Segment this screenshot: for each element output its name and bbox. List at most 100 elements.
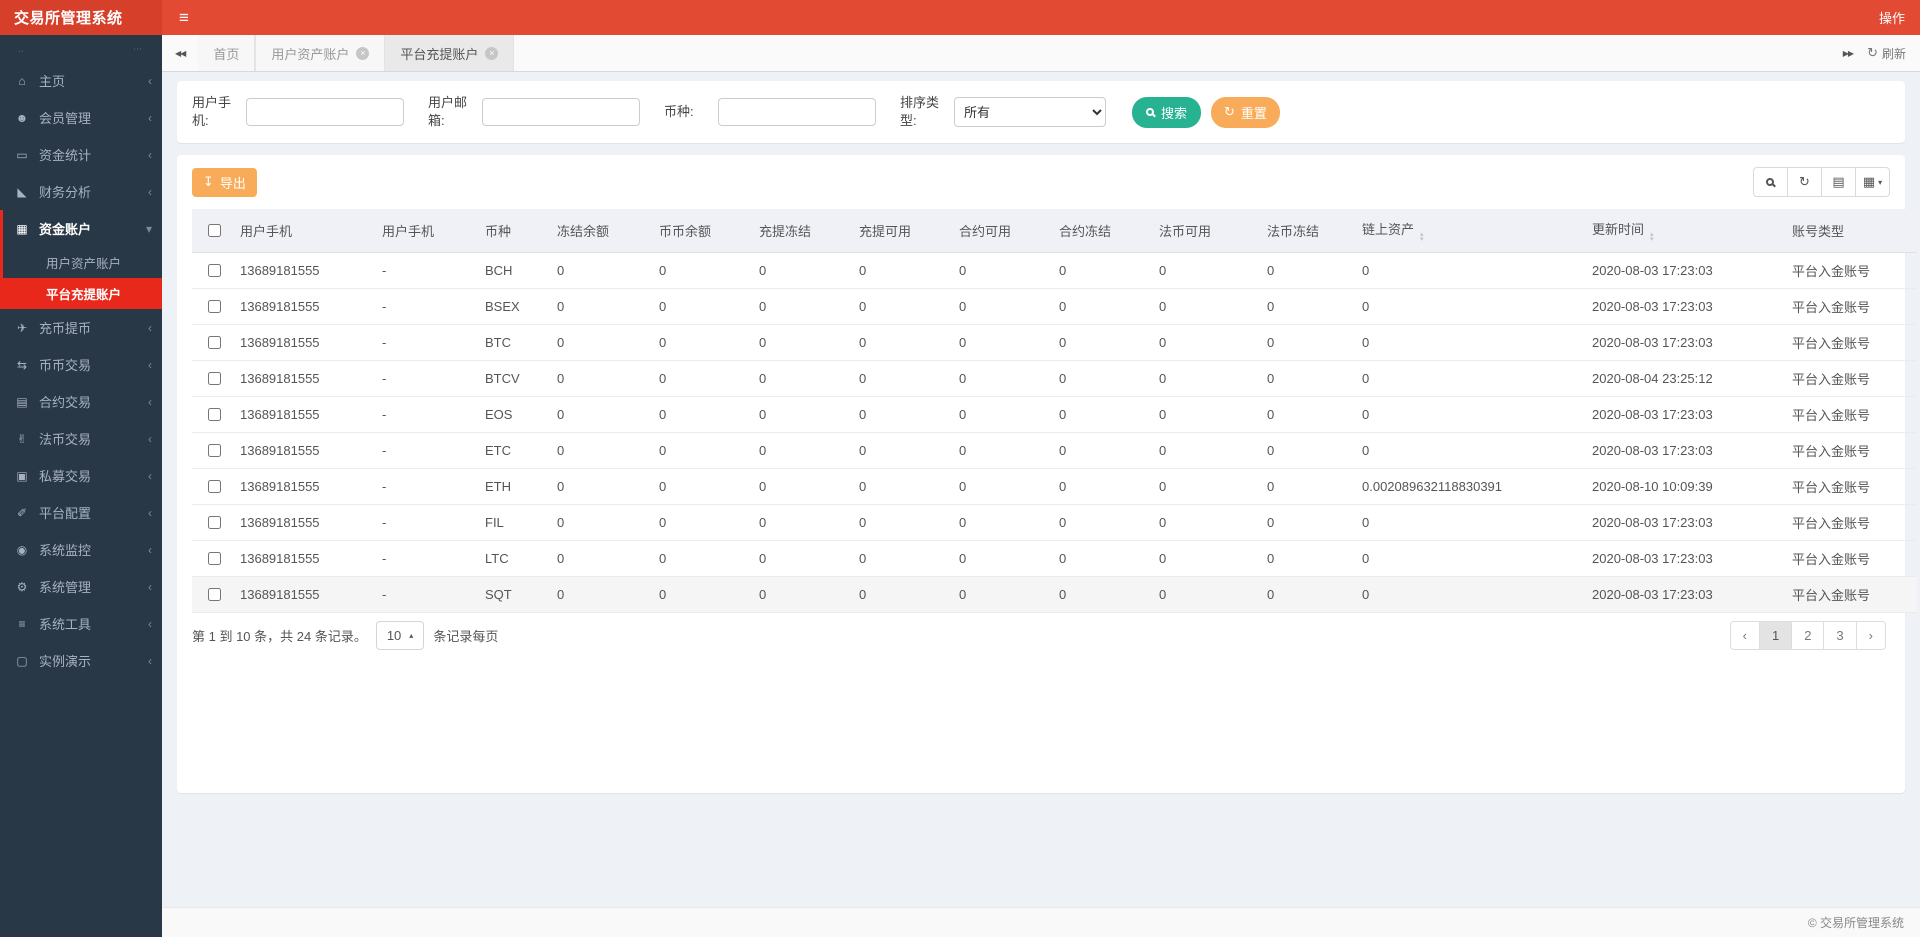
tab-user-asset-accounts[interactable]: 用户资产账户× — [255, 35, 385, 71]
column-header-label: 充提可用 — [859, 224, 911, 239]
row-checkbox[interactable] — [208, 516, 221, 529]
pager-page-2[interactable]: 2 — [1791, 621, 1824, 650]
row-checkbox[interactable] — [208, 588, 221, 601]
chevron-left-icon: ‹ — [148, 321, 152, 335]
tab-bar: ◀◀ 首页用户资产账户×平台充提账户× ▶▶ ↻ 刷新 — [162, 35, 1920, 72]
cell: 0 — [751, 289, 851, 325]
user-email-input[interactable] — [482, 98, 640, 126]
sidebar-item-member-mgmt[interactable]: ☻会员管理‹ — [3, 99, 162, 136]
cell: 13689181555 — [232, 541, 374, 577]
page-content: 用户手机:用户邮箱:币种:排序类型:所有 搜索 ↻ 重置 ↧ 导出 — [162, 72, 1920, 907]
columns-button[interactable]: ▦▾ — [1855, 167, 1890, 197]
row-checkbox[interactable] — [208, 372, 221, 385]
cell: 0 — [1354, 397, 1584, 433]
cell: 0 — [1051, 577, 1151, 613]
pager-page-3[interactable]: 3 — [1823, 621, 1856, 650]
column-header-label: 充提冻结 — [759, 224, 811, 239]
sidebar-item-fund-accounts[interactable]: ▦资金账户▾ — [3, 210, 162, 247]
column-header: 合约可用 — [951, 209, 1051, 253]
row-checkbox[interactable] — [208, 480, 221, 493]
sidebar-subitem-platform-deposit-accounts[interactable]: 平台充提账户 — [3, 278, 162, 309]
cell: 0 — [1051, 469, 1151, 505]
cell: 0 — [1151, 577, 1259, 613]
column-header: 币种 — [477, 209, 549, 253]
close-tab-icon[interactable]: × — [485, 47, 498, 60]
area-chart-icon: ◣ — [14, 185, 30, 199]
row-checkbox[interactable] — [208, 300, 221, 313]
column-header: 冻结余额 — [549, 209, 651, 253]
cell: 0 — [951, 289, 1051, 325]
cell: 0 — [951, 361, 1051, 397]
column-header: 合约冻结 — [1051, 209, 1151, 253]
column-header-label: 法币可用 — [1159, 224, 1211, 239]
sidebar-item-fiat-trade[interactable]: ✌法币交易‹ — [3, 420, 162, 457]
sidebar-item-coin-trade[interactable]: ⇆币币交易‹ — [3, 346, 162, 383]
tabs-scroll-left-icon[interactable]: ◀◀ — [162, 35, 198, 71]
cell: 0 — [851, 577, 951, 613]
cell: 0 — [549, 253, 651, 289]
cell: 0 — [1151, 253, 1259, 289]
sidebar-item-private-trade[interactable]: ▣私募交易‹ — [3, 457, 162, 494]
column-header[interactable]: 链上资产▴▾ — [1354, 209, 1584, 253]
table-refresh-button[interactable]: ↻ — [1787, 167, 1822, 197]
search-button[interactable]: 搜索 — [1132, 97, 1201, 128]
sidebar-item-system-monitor[interactable]: ◉系统监控‹ — [3, 531, 162, 568]
hamburger-icon[interactable]: ≡ — [162, 8, 206, 28]
user-phone-input[interactable] — [246, 98, 404, 126]
cell: 0 — [549, 433, 651, 469]
pager-next[interactable]: › — [1856, 621, 1886, 650]
cell: 2020-08-03 17:23:03 — [1584, 253, 1784, 289]
row-checkbox[interactable] — [208, 444, 221, 457]
tab-platform-deposit-accounts[interactable]: 平台充提账户× — [385, 35, 514, 71]
sidebar-subitem-user-asset-accounts[interactable]: 用户资产账户 — [3, 247, 162, 278]
sort-type-select[interactable]: 所有 — [954, 97, 1106, 127]
action-menu[interactable]: 操作 — [1864, 8, 1920, 27]
tab-refresh-button[interactable]: ↻ 刷新 — [1867, 45, 1906, 62]
cell: 平台入金账号 — [1784, 361, 1917, 397]
cell: - — [374, 541, 477, 577]
toggle-view-button[interactable]: ▤ — [1821, 167, 1856, 197]
pagination-summary: 第 1 到 10 条，共 24 条记录。 — [192, 626, 367, 645]
column-header[interactable]: 更新时间▴▾ — [1584, 209, 1784, 253]
table-search-button[interactable] — [1753, 167, 1788, 197]
close-tab-icon[interactable]: × — [356, 47, 369, 60]
row-checkbox[interactable] — [208, 408, 221, 421]
column-header-label: 法币冻结 — [1267, 224, 1319, 239]
sidebar-item-finance-analysis[interactable]: ◣财务分析‹ — [3, 173, 162, 210]
app: 交易所管理系统 ‥ ⋯ ⌂主页‹☻会员管理‹▭资金统计‹◣财务分析‹▦资金账户▾… — [0, 0, 1920, 937]
pager-page-1[interactable]: 1 — [1759, 621, 1792, 650]
sidebar-item-contract-trade[interactable]: ▤合约交易‹ — [3, 383, 162, 420]
cell: 2020-08-03 17:23:03 — [1584, 325, 1784, 361]
reset-button[interactable]: ↻ 重置 — [1211, 97, 1280, 128]
cell: 0 — [751, 433, 851, 469]
column-header: 充提可用 — [851, 209, 951, 253]
export-button[interactable]: ↧ 导出 — [192, 168, 257, 197]
tab-home[interactable]: 首页 — [198, 35, 255, 71]
cell: 0 — [1151, 361, 1259, 397]
row-checkbox[interactable] — [208, 336, 221, 349]
cell: 0 — [651, 469, 751, 505]
sidebar-menu: ⌂主页‹☻会员管理‹▭资金统计‹◣财务分析‹▦资金账户▾用户资产账户平台充提账户… — [0, 58, 162, 937]
tabs-scroll-right-icon[interactable]: ▶▶ — [1843, 49, 1853, 58]
search-icon — [1146, 108, 1154, 116]
pager-prev[interactable]: ‹ — [1730, 621, 1760, 650]
sidebar-item-demo[interactable]: ▢实例演示‹ — [3, 642, 162, 679]
sidebar-item-home[interactable]: ⌂主页‹ — [3, 62, 162, 99]
cell: 0 — [1151, 505, 1259, 541]
cell: 13689181555 — [232, 505, 374, 541]
credit-card-icon: ▭ — [14, 148, 30, 162]
sidebar-item-deposit-withdraw[interactable]: ✈充币提币‹ — [3, 309, 162, 346]
row-checkbox[interactable] — [208, 264, 221, 277]
sidebar-item-fund-stats[interactable]: ▭资金统计‹ — [3, 136, 162, 173]
sidebar-item-system-mgmt[interactable]: ⚙系统管理‹ — [3, 568, 162, 605]
top-navbar: ≡ 操作 — [162, 0, 1920, 35]
select-all-checkbox[interactable] — [208, 224, 221, 237]
sidebar-item-system-tools[interactable]: ≡系统工具‹ — [3, 605, 162, 642]
column-header: 用户手机 — [374, 209, 477, 253]
user-icon: ☻ — [14, 111, 30, 125]
coin-input[interactable] — [718, 98, 876, 126]
row-checkbox[interactable] — [208, 552, 221, 565]
column-header-label: 更新时间 — [1592, 222, 1644, 237]
sidebar-item-platform-config[interactable]: ✐平台配置‹ — [3, 494, 162, 531]
page-size-select[interactable]: 10 ▴ — [376, 621, 424, 650]
